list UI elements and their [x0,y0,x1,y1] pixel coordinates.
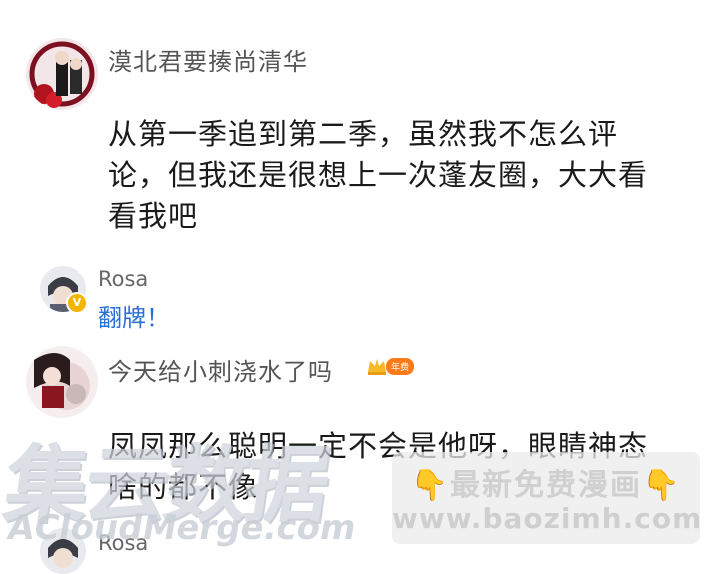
reply-1-text: 翻牌！ [98,304,170,332]
comment-1-line-3: 看我吧 [108,199,199,233]
comment-1-line-2: 论，但我还是很想上一次蓬友圈，大大看 [108,158,649,192]
pointing-down-icon: 👇 [410,468,450,503]
crown-icon [368,359,386,375]
comment-1-line-1: 从第一季追到第二季，虽然我不怎么评 [108,117,619,151]
watermark-acloudmerge: ACloudMerge.com [4,508,360,548]
watermark-site-url: www.baozimh.com [392,502,703,535]
comment-2-username[interactable]: 今天给小刺浇水了吗 [108,352,333,387]
watermark-site-title: 👇最新免费漫画👇 [392,460,700,504]
verified-badge-icon: V [66,292,88,314]
watermark-site-title-text: 最新免费漫画 [450,468,642,503]
reply-1-username[interactable]: Rosa [98,267,148,291]
pointing-down-icon-right: 👇 [642,468,682,503]
comment-1-text: 从第一季追到第二季，虽然我不怎么评 论，但我还是很想上一次蓬友圈，大大看 看我吧 [108,114,648,237]
comment-1-avatar[interactable] [26,38,98,110]
watermark-baozimh-box: 👇最新免费漫画👇 www.baozimh.com [392,452,703,544]
annual-badge-label: 年费 [386,357,415,375]
comment-2-avatar[interactable] [26,346,98,418]
annual-vip-badge: 年费 [366,356,415,376]
comment-1-username[interactable]: 漠北君要揍尚清华 [108,42,308,77]
